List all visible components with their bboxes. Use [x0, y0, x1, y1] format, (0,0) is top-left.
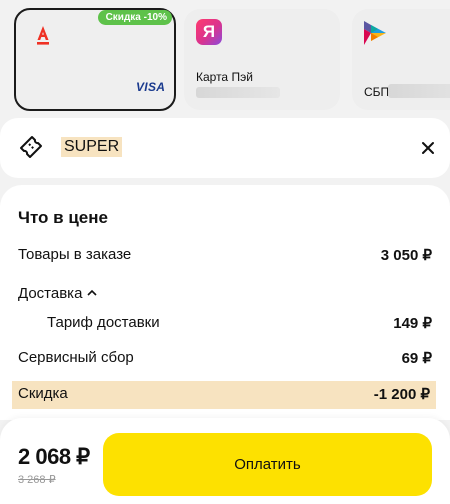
row-value: -1 200 ₽ [373, 386, 430, 403]
row-value: 3 050 ₽ [380, 247, 432, 264]
price-row-discount: Скидка -1 200 ₽ [12, 381, 436, 409]
row-label: Тариф доставки [47, 314, 160, 331]
card-number-masked [196, 87, 280, 98]
price-breakdown: Что в цене Товары в заказе 3 050 ₽ Доста… [0, 185, 450, 420]
old-total-price: 3 268 ₽ [18, 474, 56, 486]
price-row-delivery-tariff: Тариф доставки 149 ₽ [0, 310, 450, 336]
card-number-masked [388, 84, 450, 98]
price-row-items: Товары в заказе 3 050 ₽ [0, 242, 450, 268]
payment-card-alfa[interactable]: Скидка -10% VISA [14, 8, 176, 111]
row-label: Сервисный сбор [18, 349, 134, 366]
coupon-icon [17, 133, 45, 166]
total-price: 2 068 ₽ [18, 444, 90, 469]
pay-button[interactable]: Оплатить [103, 433, 432, 496]
alfa-bank-icon [36, 26, 50, 51]
section-title: Что в цене [18, 208, 108, 227]
chevron-up-icon[interactable] [87, 283, 97, 300]
promo-code: SUPER [61, 137, 123, 157]
payment-card-sbp[interactable]: СБП · [352, 9, 450, 110]
discount-badge: Скидка -10% [97, 10, 172, 25]
row-label: Доставка [18, 285, 83, 302]
sbp-icon [364, 21, 386, 50]
row-value: 149 ₽ [393, 315, 432, 332]
payment-card-yandex-pay[interactable]: Я Карта Пэй [184, 9, 340, 110]
row-label: Товары в заказе [18, 246, 132, 263]
card-label: Карта Пэй [196, 70, 253, 84]
row-value: 69 ₽ [401, 350, 432, 367]
promo-code-row: SUPER [0, 118, 450, 178]
visa-logo: VISA [136, 80, 166, 94]
close-icon[interactable] [418, 138, 438, 158]
yandex-pay-icon: Я [196, 19, 222, 45]
checkout-footer: 2 068 ₽ 3 268 ₽ Оплатить [0, 418, 450, 504]
payment-methods-carousel: Скидка -10% VISA Я Карта Пэй СБП · [0, 0, 450, 118]
price-row-delivery[interactable]: Доставка [0, 279, 450, 305]
row-label: Скидка [18, 385, 68, 402]
price-row-service-fee: Сервисный сбор 69 ₽ [0, 345, 450, 371]
